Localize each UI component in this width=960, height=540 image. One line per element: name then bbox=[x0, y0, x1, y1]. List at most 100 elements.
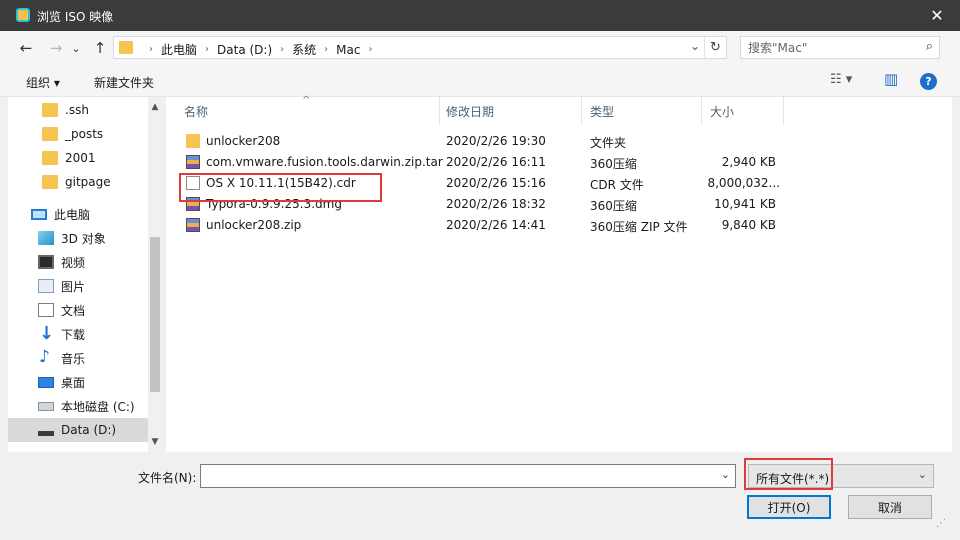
table-row[interactable]: com.vmware.fusion.tools.darwin.zip.tar 2… bbox=[166, 152, 952, 173]
nav-item-label: 音乐 bbox=[61, 351, 86, 366]
folder-icon bbox=[42, 103, 58, 117]
file-modified: 2020/2/26 14:41 bbox=[446, 218, 546, 232]
file-size: 2,940 KB bbox=[721, 155, 776, 169]
nav-item-label: Data (D:) bbox=[61, 423, 117, 437]
nav-item-local-disk-c[interactable]: 本地磁盘 (C:) bbox=[8, 394, 148, 418]
column-header-type[interactable]: 类型 bbox=[582, 97, 702, 125]
breadcrumb-system[interactable]: 系统 bbox=[292, 41, 316, 58]
column-header-modified[interactable]: 修改日期 bbox=[438, 97, 582, 125]
breadcrumb-this-pc[interactable]: 此电脑 bbox=[161, 41, 197, 58]
video-icon bbox=[38, 255, 54, 269]
3d-objects-icon bbox=[38, 231, 54, 245]
music-icon bbox=[38, 347, 54, 367]
nav-item-data-d[interactable]: Data (D:) bbox=[8, 418, 148, 442]
nav-item-label: 2001 bbox=[65, 151, 96, 165]
file-modified: 2020/2/26 18:32 bbox=[446, 197, 546, 211]
highlight-box-filetype bbox=[744, 458, 833, 490]
column-header-name[interactable]: 名称 bbox=[176, 97, 440, 125]
nav-item-3d-objects[interactable]: 3D 对象 bbox=[8, 226, 148, 250]
nav-scrollbar[interactable]: ▲ ▼ bbox=[148, 97, 162, 452]
breadcrumb-separator-icon[interactable]: › bbox=[280, 44, 284, 55]
preview-pane-icon[interactable]: ▥ bbox=[884, 70, 898, 88]
forward-arrow-icon[interactable]: → bbox=[46, 38, 66, 58]
file-name: com.vmware.fusion.tools.darwin.zip.tar bbox=[206, 155, 443, 169]
breadcrumb-separator-icon[interactable]: › bbox=[149, 44, 153, 55]
up-arrow-icon[interactable]: ↑ bbox=[90, 38, 110, 58]
change-view-icon[interactable]: ☷ ▾ bbox=[830, 72, 852, 87]
table-row[interactable]: unlocker208.zip 2020/2/26 14:41 360压缩 ZI… bbox=[166, 215, 952, 236]
file-name: unlocker208.zip bbox=[206, 218, 302, 232]
nav-item-documents[interactable]: 文档 bbox=[8, 298, 148, 322]
resize-grip-icon[interactable]: ⋰ bbox=[936, 518, 946, 529]
breadcrumb-data-drive[interactable]: Data (D:) bbox=[217, 43, 272, 57]
app-icon bbox=[16, 8, 30, 22]
nav-item-this-pc[interactable]: 此电脑 bbox=[8, 202, 148, 226]
right-frame bbox=[952, 31, 960, 540]
pictures-icon bbox=[38, 279, 54, 293]
file-list: ^ 名称 修改日期 类型 大小 unlocker208 2020/2/26 19… bbox=[166, 95, 952, 452]
address-bar[interactable]: › 此电脑 › Data (D:) › 系统 › Mac › ⌄ ↻ bbox=[113, 36, 727, 59]
cancel-button[interactable]: 取消 bbox=[848, 495, 932, 519]
help-icon[interactable]: ? bbox=[920, 73, 937, 90]
search-box: ⌕ bbox=[740, 36, 940, 59]
nav-item-label: 本地磁盘 (C:) bbox=[61, 399, 135, 414]
nav-item-label: 3D 对象 bbox=[61, 231, 106, 246]
left-frame bbox=[0, 31, 8, 540]
open-button[interactable]: 打开(O) bbox=[747, 495, 831, 519]
new-folder-button[interactable]: 新建文件夹 bbox=[94, 74, 154, 91]
file-modified: 2020/2/26 15:16 bbox=[446, 176, 546, 190]
archive-icon bbox=[186, 218, 200, 232]
nav-item-label: 视频 bbox=[61, 255, 86, 270]
search-icon[interactable]: ⌕ bbox=[926, 39, 933, 54]
address-row: ← → ⌄ ↑ › 此电脑 › Data (D:) › 系统 › Mac › ⌄… bbox=[0, 31, 960, 65]
folder-icon bbox=[42, 127, 58, 141]
folder-icon bbox=[42, 175, 58, 189]
breadcrumb-mac[interactable]: Mac bbox=[336, 43, 360, 57]
breadcrumb-separator-icon[interactable]: › bbox=[205, 44, 209, 55]
folder-icon bbox=[42, 151, 58, 165]
nav-item-desktop[interactable]: 桌面 bbox=[8, 370, 148, 394]
highlight-box-cdr-file bbox=[179, 173, 382, 202]
back-arrow-icon[interactable]: ← bbox=[16, 38, 36, 58]
nav-item-2001[interactable]: 2001 bbox=[8, 146, 148, 170]
scroll-up-icon[interactable]: ▲ bbox=[148, 99, 162, 115]
nav-item-ssh[interactable]: .ssh bbox=[8, 98, 148, 122]
nav-item-videos[interactable]: 视频 bbox=[8, 250, 148, 274]
nav-item-label: _posts bbox=[65, 127, 104, 141]
computer-icon bbox=[31, 208, 47, 220]
filename-dropdown-chevron-icon[interactable]: ⌄ bbox=[721, 468, 730, 481]
downloads-icon bbox=[38, 323, 54, 344]
nav-item-downloads[interactable]: 下载 bbox=[8, 322, 148, 346]
recent-locations-chevron-icon[interactable]: ⌄ bbox=[70, 38, 82, 58]
breadcrumb-separator-icon[interactable]: › bbox=[324, 44, 328, 55]
nav-item-gitpage[interactable]: gitpage bbox=[8, 170, 148, 194]
filename-combobox: ⌄ bbox=[200, 464, 736, 488]
refresh-icon[interactable]: ↻ bbox=[704, 37, 726, 58]
desktop-icon bbox=[38, 376, 54, 388]
close-icon[interactable]: ✕ bbox=[914, 0, 960, 31]
nav-item-posts[interactable]: _posts bbox=[8, 122, 148, 146]
organize-button[interactable]: 组织 ▾ bbox=[26, 74, 60, 91]
title-bar: 浏览 ISO 映像 ✕ bbox=[0, 0, 960, 31]
file-size: 8,000,032... bbox=[707, 176, 780, 190]
command-bar: 组织 ▾ 新建文件夹 ☷ ▾ ▥ ? bbox=[0, 65, 960, 97]
folder-icon bbox=[119, 41, 133, 54]
chevron-down-icon: ⌄ bbox=[917, 468, 927, 481]
nav-item-label: gitpage bbox=[65, 175, 111, 189]
search-input[interactable] bbox=[741, 37, 911, 58]
file-name: unlocker208 bbox=[206, 134, 281, 148]
table-row[interactable]: unlocker208 2020/2/26 19:30 文件夹 bbox=[166, 131, 952, 152]
nav-item-pictures[interactable]: 图片 bbox=[8, 274, 148, 298]
file-type: 360压缩 bbox=[590, 199, 637, 213]
file-modified: 2020/2/26 16:11 bbox=[446, 155, 546, 169]
address-history-chevron-icon[interactable]: ⌄ bbox=[690, 39, 700, 53]
file-modified: 2020/2/26 19:30 bbox=[446, 134, 546, 148]
file-size: 9,840 KB bbox=[721, 218, 776, 232]
scroll-down-icon[interactable]: ▼ bbox=[148, 434, 162, 450]
breadcrumb-separator-icon[interactable]: › bbox=[368, 44, 372, 55]
filename-input[interactable] bbox=[201, 465, 711, 487]
scrollbar-thumb[interactable] bbox=[150, 237, 160, 392]
column-header-size[interactable]: 大小 bbox=[702, 97, 784, 125]
drive-icon bbox=[38, 430, 54, 436]
nav-item-music[interactable]: 音乐 bbox=[8, 346, 148, 370]
